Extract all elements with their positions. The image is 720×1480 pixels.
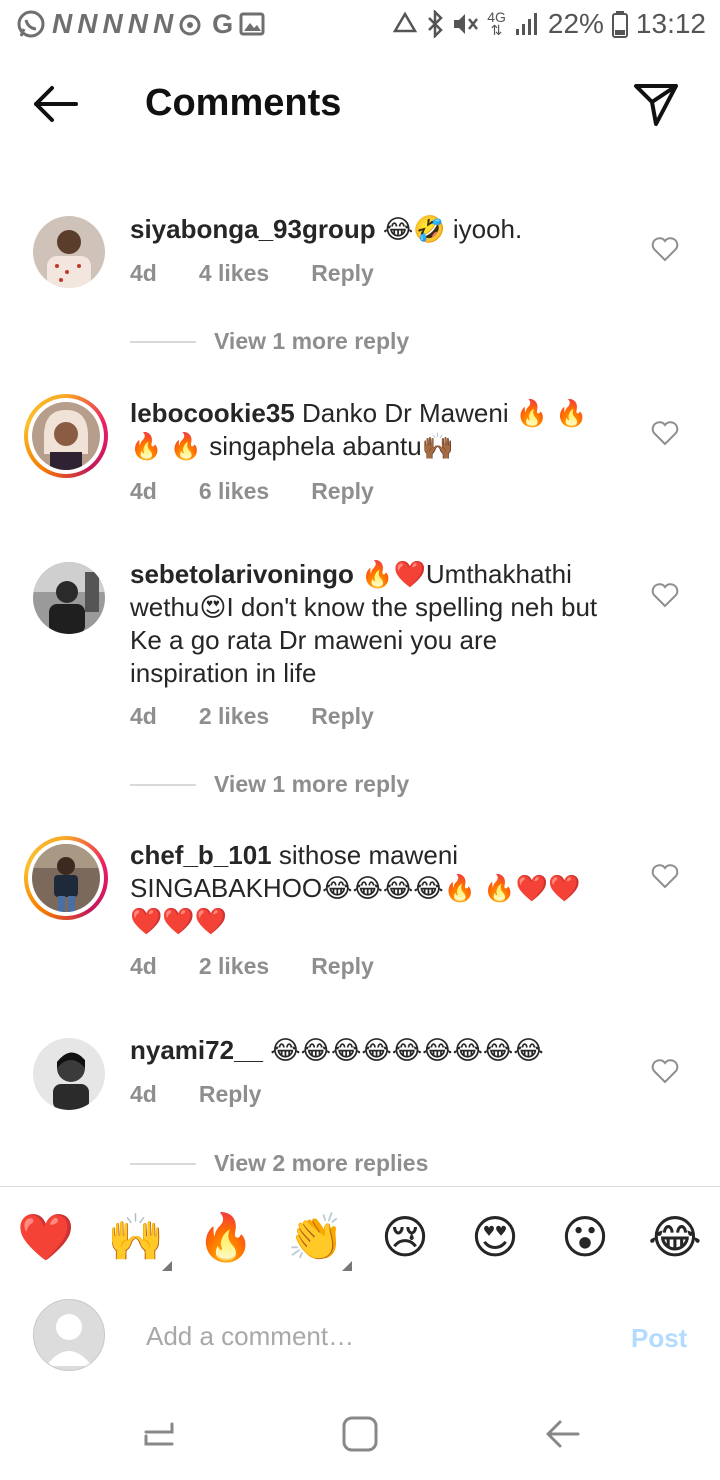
notification-n-icon: N: [152, 8, 173, 39]
likes-count[interactable]: 4 likes: [199, 260, 269, 287]
divider-line: [130, 1162, 196, 1165]
google-icon: G: [212, 8, 234, 39]
camera-notification-icon: [179, 14, 201, 36]
comment-body: 😂😂😂😂😂😂😂😂😂: [270, 1035, 544, 1065]
like-heart-icon[interactable]: [651, 1058, 679, 1084]
navigation-bar: [0, 1390, 720, 1480]
battery-percent: 22%: [547, 8, 604, 39]
view-more-label: View 1 more reply: [214, 771, 410, 797]
like-heart-icon[interactable]: [651, 420, 679, 446]
skin-tone-indicator: [342, 1261, 352, 1271]
header: Comments: [0, 60, 720, 150]
heart-emoji-button[interactable]: ❤️: [17, 1209, 74, 1265]
comment-meta: 4d 6 likes Reply: [130, 478, 416, 505]
comment-age: 4d: [130, 703, 157, 729]
comment-body: 😂🤣 iyooh.: [382, 214, 523, 244]
reply-button[interactable]: Reply: [311, 478, 374, 505]
comment-text: nyami72__ 😂😂😂😂😂😂😂😂😂: [130, 1034, 610, 1067]
clock: 13:12: [635, 8, 706, 39]
view-more-label: View 1 more reply: [214, 328, 410, 354]
comment-age: 4d: [130, 953, 157, 979]
avatar: [32, 402, 100, 470]
comment-age: 4d: [130, 1081, 157, 1107]
signal-icon: [515, 13, 537, 35]
username[interactable]: siyabonga_93group: [130, 214, 376, 244]
laughing-face-emoji-button[interactable]: 😂: [647, 1209, 703, 1265]
gallery-icon: [239, 12, 265, 36]
clapping-hands-emoji-button[interactable]: 👏: [287, 1209, 344, 1265]
username[interactable]: nyami72__: [130, 1035, 263, 1065]
notification-n-icon: N: [52, 8, 72, 39]
reply-button[interactable]: Reply: [311, 703, 374, 730]
avatar[interactable]: [33, 562, 105, 634]
skin-tone-indicator: [162, 1261, 172, 1271]
comment-text: sebetolarivoningo 🔥❤️Umthakhathi wethu😍I…: [130, 558, 610, 690]
fire-emoji-button[interactable]: 🔥: [197, 1209, 254, 1265]
like-heart-icon[interactable]: [651, 236, 679, 262]
heart-eyes-emoji-button[interactable]: 😍: [467, 1209, 523, 1265]
post-button[interactable]: Post: [631, 1323, 687, 1354]
like-heart-icon[interactable]: [651, 582, 679, 608]
recycle-icon: [393, 11, 418, 33]
surprised-face-emoji-button[interactable]: 😮: [557, 1209, 613, 1265]
notification-n-icon: N: [102, 8, 122, 39]
raising-hands-emoji-button[interactable]: 🙌: [107, 1209, 164, 1265]
username[interactable]: sebetolarivoningo: [130, 559, 354, 589]
comment-meta: 4d 2 likes Reply: [130, 953, 416, 980]
view-more-label: View 2 more replies: [214, 1150, 429, 1176]
divider-line: [130, 340, 196, 343]
send-direct-icon[interactable]: [630, 78, 682, 130]
story-ring[interactable]: [24, 836, 108, 920]
username[interactable]: chef_b_101: [130, 840, 272, 870]
comment-text: lebocookie35 Danko Dr Maweni 🔥 🔥 🔥 🔥 sin…: [130, 397, 610, 463]
likes-count[interactable]: 2 likes: [199, 953, 269, 980]
emoji-reaction-bar: ❤️ 🙌 🔥 👏 😢 😍 😮 😂: [0, 1186, 720, 1286]
bluetooth-icon: [428, 10, 443, 38]
likes-count[interactable]: 6 likes: [199, 478, 269, 505]
add-comment-input[interactable]: [144, 1315, 588, 1357]
reply-button[interactable]: Reply: [311, 953, 374, 980]
battery-icon: [611, 11, 628, 38]
likes-count[interactable]: 2 likes: [199, 703, 269, 730]
story-ring[interactable]: [24, 394, 108, 478]
avatar[interactable]: [33, 1038, 105, 1110]
recent-apps-icon[interactable]: [138, 1412, 182, 1456]
view-more-replies[interactable]: View 1 more reply: [130, 328, 409, 355]
comment-age: 4d: [130, 260, 157, 286]
notification-n-icon: N: [127, 8, 148, 39]
avatar: [32, 844, 100, 912]
crying-face-emoji-button[interactable]: 😢: [377, 1209, 433, 1265]
notification-n-icon: N: [77, 8, 97, 39]
comment-input-bar: Post: [0, 1285, 720, 1385]
reply-button[interactable]: Reply: [311, 260, 374, 287]
reply-button[interactable]: Reply: [199, 1081, 262, 1108]
whatsapp-icon: [17, 10, 45, 38]
back-nav-icon[interactable]: [540, 1412, 584, 1456]
comment-age: 4d: [130, 478, 157, 504]
comment-meta: 4d 4 likes Reply: [130, 260, 416, 287]
status-bar: N N N N N G 4G ⇅ 22% 13:12: [0, 0, 720, 50]
comment-text: chef_b_101 sithose maweni SINGABAKHOO😂😂😂…: [130, 839, 610, 938]
like-heart-icon[interactable]: [651, 863, 679, 889]
divider-line: [130, 783, 196, 786]
network-type: 4G ⇅: [487, 9, 506, 38]
avatar[interactable]: [33, 216, 105, 288]
view-more-replies[interactable]: View 2 more replies: [130, 1150, 428, 1177]
comment-meta: 4d 2 likes Reply: [130, 703, 416, 730]
comment-text: siyabonga_93group 😂🤣 iyooh.: [130, 213, 610, 246]
username[interactable]: lebocookie35: [130, 398, 295, 428]
back-arrow-icon[interactable]: [30, 82, 82, 126]
home-icon[interactable]: [338, 1412, 382, 1456]
page-title: Comments: [145, 82, 342, 124]
current-user-avatar: [33, 1299, 105, 1371]
mute-icon: [454, 14, 479, 34]
comment-meta: 4d Reply: [130, 1081, 303, 1108]
view-more-replies[interactable]: View 1 more reply: [130, 771, 409, 798]
